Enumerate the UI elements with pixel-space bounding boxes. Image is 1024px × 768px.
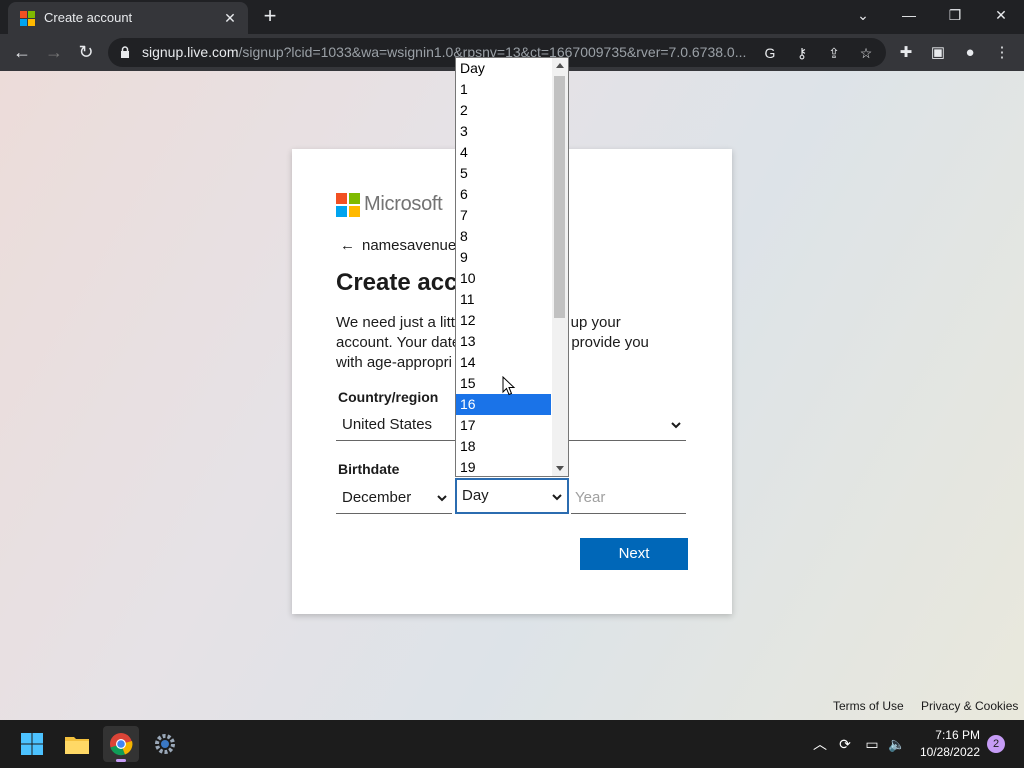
chrome-icon[interactable] <box>103 726 139 762</box>
lock-icon <box>121 46 129 58</box>
dropdown-option[interactable]: 11 <box>456 289 551 310</box>
next-button[interactable]: Next <box>580 538 688 570</box>
network-icon[interactable]: ▭ <box>862 734 882 754</box>
tab-title: Create account <box>44 10 133 25</box>
microsoft-logo-icon <box>336 193 360 217</box>
notification-badge[interactable]: 2 <box>987 735 1005 753</box>
volume-icon[interactable]: 🔈 <box>887 734 907 754</box>
scrollbar-thumb[interactable] <box>554 76 565 318</box>
month-select[interactable]: December <box>336 484 452 514</box>
dropdown-option[interactable]: 9 <box>456 247 551 268</box>
back-arrow-icon[interactable]: ← <box>340 237 356 254</box>
dropdown-option[interactable]: 5 <box>456 163 551 184</box>
tab-close-icon[interactable]: ✕ <box>220 8 240 28</box>
dropdown-scrollbar[interactable] <box>552 58 568 476</box>
file-explorer-icon[interactable] <box>59 726 95 762</box>
page-title: Create acco <box>336 269 473 296</box>
dropdown-option[interactable]: 8 <box>456 226 551 247</box>
back-icon[interactable]: ← <box>8 38 36 66</box>
country-label: Country/region <box>338 389 439 405</box>
dropdown-option[interactable]: 14 <box>456 352 551 373</box>
share-icon[interactable]: ⇪ <box>824 43 844 63</box>
dropdown-option[interactable]: 19 <box>456 457 551 476</box>
dropdown-option[interactable]: 17 <box>456 415 551 436</box>
clock-date[interactable]: 10/28/2022 <box>916 745 980 759</box>
side-panel-icon[interactable]: ▣ <box>927 42 949 64</box>
reload-icon[interactable]: ↻ <box>72 38 100 66</box>
dropdown-option[interactable]: Day <box>456 58 551 79</box>
windows-start-icon[interactable] <box>14 726 50 762</box>
close-window-button[interactable]: ✕ <box>978 0 1024 32</box>
browser-title-bar: Create account ✕ + ⌄ — ❐ ✕ <box>0 0 1024 34</box>
day-dropdown-list[interactable]: Day 1 2 3 4 5 6 7 8 9 10 11 12 13 14 15 16 17 18 19 <box>455 57 569 477</box>
sync-icon[interactable]: ⟳ <box>835 734 855 754</box>
menu-icon[interactable]: ⋮ <box>991 42 1013 64</box>
settings-gear-icon[interactable] <box>147 726 183 762</box>
terms-link[interactable]: Terms of Use <box>833 699 904 713</box>
dropdown-option[interactable]: 2 <box>456 100 551 121</box>
year-input[interactable]: Year <box>571 484 686 514</box>
extensions-icon[interactable]: ✚ <box>895 42 917 64</box>
tab-search-icon[interactable]: ⌄ <box>840 0 886 32</box>
chevron-down-icon <box>671 422 681 429</box>
dropdown-option[interactable]: 13 <box>456 331 551 352</box>
google-icon[interactable]: G <box>760 43 780 63</box>
microsoft-favicon-icon <box>20 11 35 26</box>
brand-name: Microsoft <box>364 193 443 215</box>
clock-time[interactable]: 7:16 PM <box>916 728 980 742</box>
minimize-button[interactable]: — <box>886 0 932 32</box>
restore-button[interactable]: ❐ <box>932 0 978 32</box>
new-tab-button[interactable]: + <box>258 5 282 29</box>
birthdate-label: Birthdate <box>338 461 400 477</box>
day-select[interactable]: Day <box>455 478 569 514</box>
windows-taskbar: ︿ ⟳ ▭ 🔈 7:16 PM 10/28/2022 2 <box>0 720 1024 768</box>
chevron-down-icon <box>552 494 562 501</box>
dropdown-option[interactable]: 18 <box>456 436 551 457</box>
identity-back-row[interactable]: ← namesavenue( <box>340 237 461 254</box>
privacy-link[interactable]: Privacy & Cookies <box>921 699 1018 713</box>
dropdown-option[interactable]: 4 <box>456 142 551 163</box>
dropdown-option[interactable]: 12 <box>456 310 551 331</box>
mouse-cursor-icon <box>502 376 516 396</box>
url-text: signup.live.com/signup?lcid=1033&wa=wsig… <box>142 44 747 60</box>
forward-icon[interactable]: → <box>40 38 68 66</box>
identity-text: namesavenue( <box>362 237 462 254</box>
profile-icon[interactable]: ● <box>959 42 981 64</box>
dropdown-option[interactable]: 10 <box>456 268 551 289</box>
dropdown-option[interactable]: 7 <box>456 205 551 226</box>
dropdown-option[interactable]: 6 <box>456 184 551 205</box>
key-icon[interactable]: ⚷ <box>792 43 812 63</box>
scroll-up-icon[interactable] <box>556 63 564 68</box>
chevron-down-icon <box>437 495 447 502</box>
bookmark-star-icon[interactable]: ☆ <box>856 43 876 63</box>
browser-tab[interactable]: Create account ✕ <box>8 2 248 34</box>
dropdown-option[interactable]: 1 <box>456 79 551 100</box>
dropdown-option[interactable]: 3 <box>456 121 551 142</box>
scroll-down-icon[interactable] <box>556 466 564 471</box>
dropdown-option[interactable]: 16 <box>456 394 551 415</box>
tray-chevron-up-icon[interactable]: ︿ <box>810 734 830 754</box>
